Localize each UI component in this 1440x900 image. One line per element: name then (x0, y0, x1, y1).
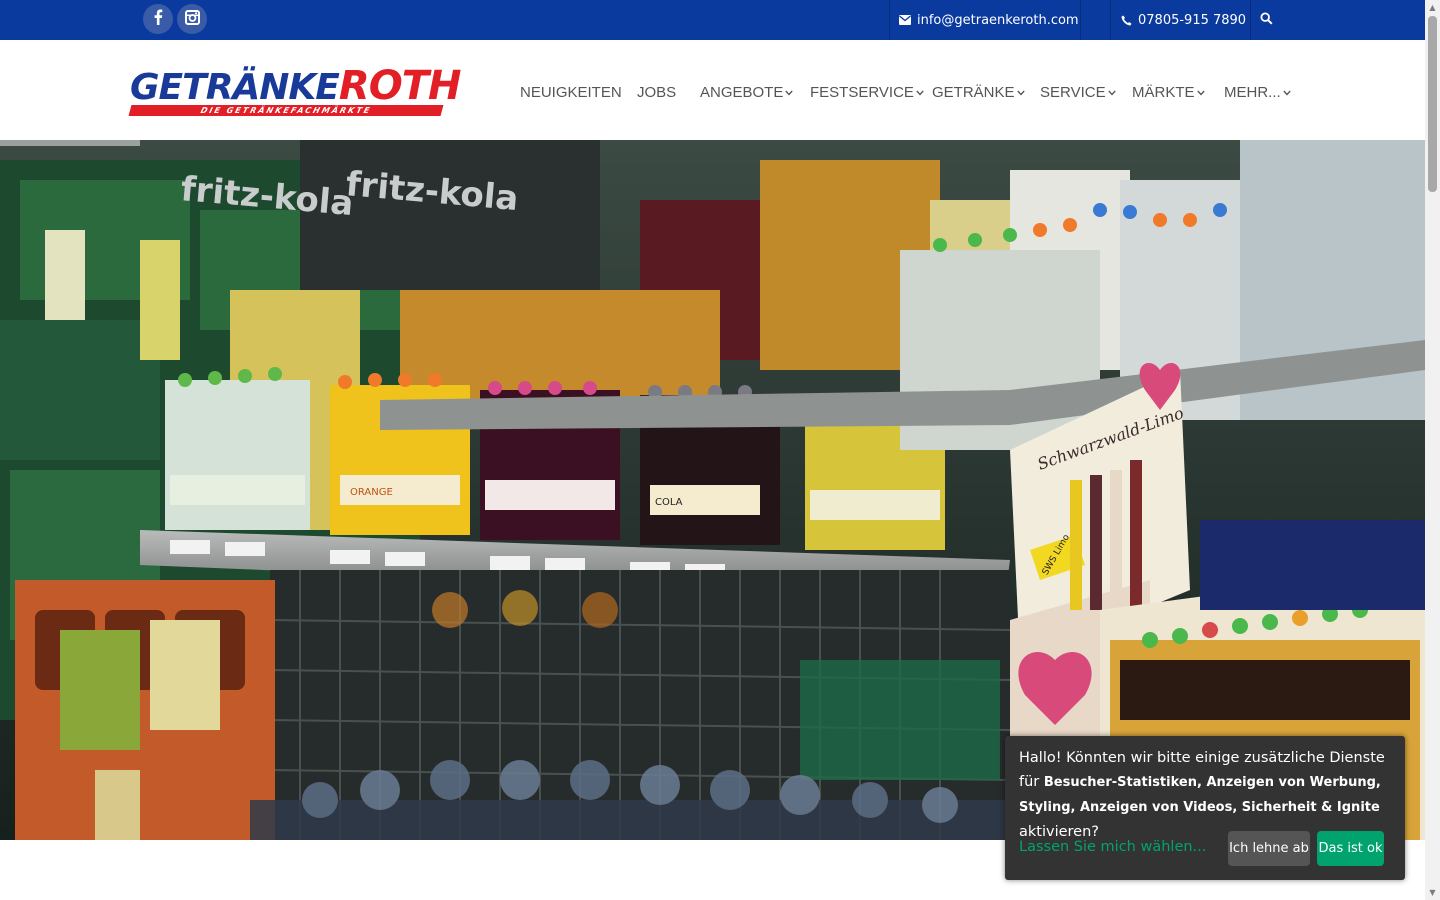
nav-maerkte[interactable]: MÄRKTE (1132, 84, 1205, 101)
chevron-down-icon (1196, 90, 1205, 96)
scroll-thumb[interactable] (1428, 16, 1437, 192)
page-scrollbar[interactable]: ▲ ▼ (1425, 0, 1440, 900)
cookie-accept-button[interactable]: Das ist ok (1317, 831, 1384, 866)
chevron-down-icon (1016, 90, 1025, 96)
facebook-icon (153, 9, 163, 29)
nav-service[interactable]: SERVICE (1040, 84, 1116, 101)
separator (1110, 0, 1111, 40)
nav-getraenke[interactable]: GETRÄNKE (932, 84, 1025, 101)
cookie-services: Besucher-Statistiken, Anzeigen von Werbu… (1019, 775, 1381, 815)
instagram-link[interactable] (177, 4, 207, 34)
nav-label: SERVICE (1040, 84, 1106, 101)
separator (889, 0, 890, 40)
nav-neuigkeiten[interactable]: NEUIGKEITEN (520, 84, 622, 101)
nav-label: ANGEBOTE (700, 84, 784, 101)
scroll-down-arrow-icon[interactable]: ▼ (1425, 885, 1440, 900)
site-header: GETRÄNKEROTH DIE GETRÄNKEFACHMÄRKTE NEUI… (0, 40, 1425, 140)
cookie-message: Hallo! Könnten wir bitte einige zusätzli… (1019, 746, 1391, 844)
cookie-decline-button[interactable]: Ich lehne ab (1228, 831, 1310, 866)
cookie-consent-banner: Hallo! Könnten wir bitte einige zusätzli… (1005, 736, 1405, 880)
logo-tagline: DIE GETRÄNKEFACHMÄRKTE (128, 105, 444, 116)
nav-label: JOBS (637, 84, 677, 101)
cookie-message-end: aktivieren? (1019, 824, 1099, 840)
brand-logo[interactable]: GETRÄNKEROTH DIE GETRÄNKEFACHMÄRKTE (128, 64, 461, 116)
nav-festservice[interactable]: FESTSERVICE (810, 84, 924, 101)
email-link[interactable]: info@getraenkeroth.com (899, 0, 1079, 40)
hero-image: fritz-kola fritz-kola ORANGE COLA Schwar… (0, 140, 1425, 840)
hero-photo: fritz-kola fritz-kola ORANGE COLA Schwar… (0, 140, 1425, 840)
nav-label: GETRÄNKE (932, 84, 1015, 101)
logo-wordmark: GETRÄNKEROTH (130, 63, 462, 110)
nav-label: MÄRKTE (1132, 84, 1195, 101)
nav-label: NEUIGKEITEN (520, 84, 622, 101)
label-orange: ORANGE (350, 487, 393, 498)
chevron-down-icon (1107, 90, 1116, 96)
nav-angebote[interactable]: ANGEBOTE (700, 84, 794, 101)
chevron-down-icon (916, 90, 924, 96)
orange-crate (15, 580, 275, 840)
nav-label: FESTSERVICE (810, 84, 914, 101)
chevron-down-icon (785, 90, 794, 96)
envelope-icon (899, 15, 911, 25)
search-icon (1260, 11, 1273, 29)
scroll-up-arrow-icon[interactable]: ▲ (1425, 0, 1440, 15)
nav-mehr[interactable]: MEHR... (1224, 84, 1291, 101)
logo-part1: GETRÄNKE (130, 67, 340, 108)
top-bar: info@getraenkeroth.com 07805-915 7890 (0, 0, 1425, 40)
phone-text: 07805-915 7890 (1138, 12, 1247, 28)
nav-label: MEHR... (1224, 84, 1281, 101)
label-cola: COLA (655, 497, 683, 508)
search-button[interactable] (1260, 0, 1273, 40)
phone-icon (1121, 15, 1132, 26)
instagram-icon (184, 9, 200, 29)
cookie-choose-link[interactable]: Lassen Sie mich wählen... (1019, 839, 1206, 855)
facebook-link[interactable] (143, 4, 173, 34)
chevron-down-icon (1282, 90, 1291, 96)
email-text: info@getraenkeroth.com (917, 12, 1079, 28)
nav-jobs[interactable]: JOBS (637, 84, 676, 101)
separator (1080, 0, 1081, 40)
phone-link[interactable]: 07805-915 7890 (1121, 0, 1246, 40)
separator (1250, 0, 1251, 40)
logo-part2: ROTH (338, 63, 462, 109)
